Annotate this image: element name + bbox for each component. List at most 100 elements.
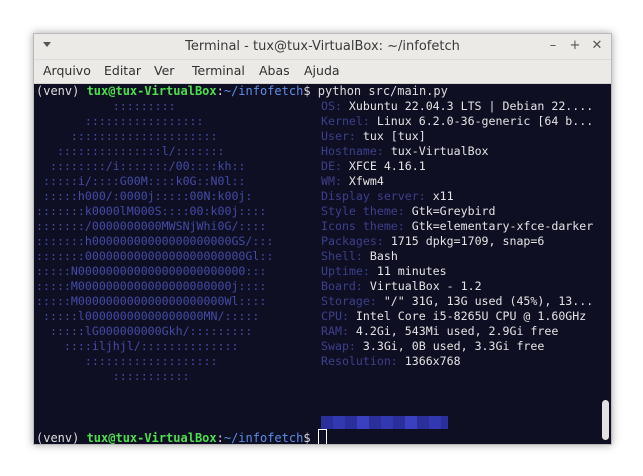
logo-row: :::::h000/:0000j:::::00N:k00j: [36,189,253,203]
info-key: Hostname: [321,144,391,158]
prompt-path: ~/infofetch [223,431,304,445]
menu-bar: Arquivo Editar Ver Terminal Abas Ajuda [34,60,611,84]
prompt-line-2: (venv) tux@tux-VirtualBox:~/infofetch$ [36,429,327,444]
info-key: Resolution: [321,354,405,368]
info-value: 1366x768 [404,354,461,368]
info-value: Bash [369,249,398,263]
logo-row: :::::lG000000000Gkh/::::::::: [36,324,267,338]
info-value: "/" 31G, 13G used (45%), 13... [383,294,594,308]
info-row: Packages: 1715 dpkg=1709, snap=6 [321,234,593,249]
info-row: Hostname: tux-VirtualBox [321,144,593,159]
info-key: Board: [321,279,370,293]
info-row: Storage: "/" 31G, 13G used (45%), 13... [321,294,593,309]
ascii-logo: ::::::::: ::::::::::::::::: ::::::::::::… [36,99,273,384]
logo-row: :::::l00000000000000000MN/::::: [36,309,267,323]
info-value: 1715 dpkg=1709, snap=6 [390,234,545,248]
menu-terminal[interactable]: Terminal [192,63,245,78]
prompt-dollar: $ [303,84,318,98]
logo-row: ::::::::::::::::: [36,114,246,128]
info-row: Style theme: Gtk=Greybird [321,204,593,219]
info-key: Display server: [321,189,433,203]
info-value: 4.2Gi, 543Mi used, 2.9Gi free [355,324,559,338]
info-value: tux-VirtualBox [390,144,489,158]
logo-row: :::::::h00000000000000000000GS/::: [36,234,274,248]
logo-row: :::::::k0000lM000S::::00:k00j:::: [36,204,267,218]
system-info: OS: Xubuntu 22.04.3 LTS | Debian 22.... K… [321,99,593,369]
logo-row: :::::::/0000000000MWSNjWhi0G/:::: [36,219,267,233]
palette-swatch [429,416,441,429]
info-row: Display server: x11 [321,189,593,204]
window-title: Terminal - tux@tux-VirtualBox: ~/infofet… [185,39,460,54]
info-row: Resolution: 1366x768 [321,354,593,369]
logo-row: :::::M000000000000000000000Wl:::: [36,294,267,308]
info-key: Icons theme: [321,219,412,233]
info-key: DE: [321,159,349,173]
info-value: x11 [432,189,454,203]
scrollbar[interactable] [600,84,611,444]
logo-row: :::::M0000000000000000000000j:::: [36,279,267,293]
info-value: tux [tux] [362,129,426,143]
palette-swatch [333,416,345,429]
info-value: 3.3Gi, 0B used, 3.3Gi free [362,339,545,353]
info-value: Linux 6.2.0-36-generic [64 b... [376,114,594,128]
info-value: VirtualBox - 1.2 [369,279,482,293]
info-value: Gtk=elementary-xfce-darker [411,219,594,233]
info-key: Swap: [321,339,363,353]
close-button[interactable]: ✕ [588,37,606,55]
user-host: tux@tux-VirtualBox [86,84,217,98]
logo-row: ::::::::::::::::::::: [36,129,246,143]
palette-swatch [417,416,429,429]
minimize-button[interactable]: – [544,37,562,55]
prompt-colon: : [216,431,224,445]
maximize-button[interactable]: + [566,37,584,55]
info-key: Kernel: [321,114,377,128]
command-text: python src/main.py [317,84,448,98]
info-key: Packages: [321,234,391,248]
info-row: DE: XFCE 4.16.1 [321,159,593,174]
info-key: Storage: [321,294,384,308]
terminal-output[interactable]: (venv) tux@tux-VirtualBox:~/infofetch$ p… [34,84,600,444]
palette-swatch [321,416,333,429]
info-key: Uptime: [321,264,377,278]
menu-ajuda[interactable]: Ajuda [304,63,340,78]
info-value: XFCE 4.16.1 [348,159,426,173]
menu-ver[interactable]: Ver [154,63,174,78]
logo-row: :::::i/::::G00M::::k0G::N0l:: [36,174,246,188]
info-key: CPU: [321,309,356,323]
title-bar[interactable]: Terminal - tux@tux-VirtualBox: ~/infofet… [34,34,611,60]
info-value: Xfwm4 [348,174,384,188]
info-row: Icons theme: Gtk=elementary-xfce-darker [321,219,593,234]
info-value: Intel Core i5-8265U CPU @ 1.60GHz [355,309,587,323]
info-row: User: tux [tux] [321,129,593,144]
palette-swatch [405,416,417,429]
text-cursor [317,429,327,444]
menu-abas[interactable]: Abas [259,63,290,78]
menu-editar[interactable]: Editar [104,63,141,78]
logo-row: :::::N000000000000000000000000::: [36,264,267,278]
info-key: User: [321,129,363,143]
logo-row: ::::::::::: [36,369,267,383]
user-host: tux@tux-VirtualBox [86,431,217,445]
logo-row: ::::iljhjl/:::::::::::::: [36,339,267,353]
info-key: OS: [321,99,349,113]
info-row: Shell: Bash [321,249,593,264]
venv-label: (venv) [36,431,87,445]
menu-arquivo[interactable]: Arquivo [43,63,91,78]
logo-row: ::::::::/i:::::::/00::::kh:: [36,159,253,173]
logo-row: :::::::::::::::l/::::::: [36,144,246,158]
info-key: Style theme: [321,204,412,218]
info-key: RAM: [321,324,356,338]
info-value: Gtk=Greybird [411,204,496,218]
info-row: WM: Xfwm4 [321,174,593,189]
info-value: 11 minutes [376,264,447,278]
logo-row: ::::::::: [36,99,246,113]
palette-swatch [393,416,405,429]
prompt-path: ~/infofetch [223,84,304,98]
info-key: Shell: [321,249,370,263]
palette-swatch [345,416,357,429]
info-row: OS: Xubuntu 22.04.3 LTS | Debian 22.... [321,99,593,114]
scrollbar-thumb[interactable] [602,400,609,440]
info-row: Swap: 3.3Gi, 0B used, 3.3Gi free [321,339,593,354]
venv-label: (venv) [36,84,87,98]
info-row: CPU: Intel Core i5-8265U CPU @ 1.60GHz [321,309,593,324]
